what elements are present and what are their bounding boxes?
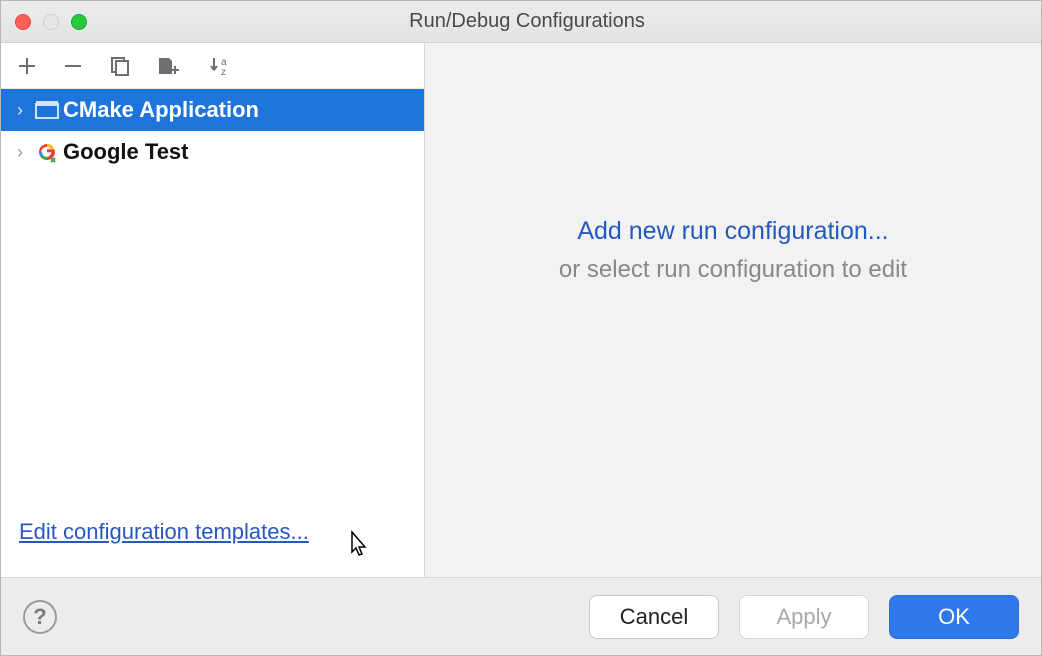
window-controls <box>15 14 87 30</box>
cancel-button[interactable]: Cancel <box>589 595 719 639</box>
copy-config-button[interactable] <box>109 55 131 77</box>
dialog-body: az › CMake Application › <box>1 43 1041 577</box>
close-window-button[interactable] <box>15 14 31 30</box>
window-title: Run/Debug Configurations <box>87 10 967 33</box>
left-pane: az › CMake Application › <box>1 43 425 577</box>
tree-item-label: CMake Application <box>63 97 259 123</box>
titlebar: Run/Debug Configurations <box>1 1 1041 43</box>
empty-state-subtext: or select run configuration to edit <box>559 256 907 284</box>
chevron-right-icon: › <box>9 142 31 163</box>
config-toolbar: az <box>1 43 424 89</box>
config-tree[interactable]: › CMake Application › <box>1 89 424 519</box>
minimize-window-button[interactable] <box>43 14 59 30</box>
cmake-app-icon <box>31 100 63 120</box>
dialog-footer: ? Cancel Apply OK <box>1 577 1041 655</box>
google-test-icon <box>31 140 63 164</box>
svg-text:z: z <box>221 67 226 77</box>
run-debug-configurations-dialog: Run/Debug Configurations az <box>0 0 1042 656</box>
zoom-window-button[interactable] <box>71 14 87 30</box>
chevron-right-icon: › <box>9 100 31 121</box>
add-config-button[interactable] <box>17 56 37 76</box>
remove-config-button[interactable] <box>63 56 83 76</box>
apply-button: Apply <box>739 595 869 639</box>
empty-state-prompt: Add new run configuration... or select r… <box>559 217 907 284</box>
tree-item-google-test[interactable]: › Google Test <box>1 131 424 173</box>
tree-item-cmake-application[interactable]: › CMake Application <box>1 89 424 131</box>
right-pane: Add new run configuration... or select r… <box>425 43 1041 577</box>
edit-templates-row: Edit configuration templates... <box>1 519 424 577</box>
add-new-run-configuration-link[interactable]: Add new run configuration... <box>577 217 888 245</box>
ok-button[interactable]: OK <box>889 595 1019 639</box>
sort-alpha-button[interactable]: az <box>209 55 233 77</box>
save-template-button[interactable] <box>157 55 183 77</box>
help-button[interactable]: ? <box>23 600 57 634</box>
edit-configuration-templates-link[interactable]: Edit configuration templates... <box>19 519 309 544</box>
tree-item-label: Google Test <box>63 139 189 165</box>
